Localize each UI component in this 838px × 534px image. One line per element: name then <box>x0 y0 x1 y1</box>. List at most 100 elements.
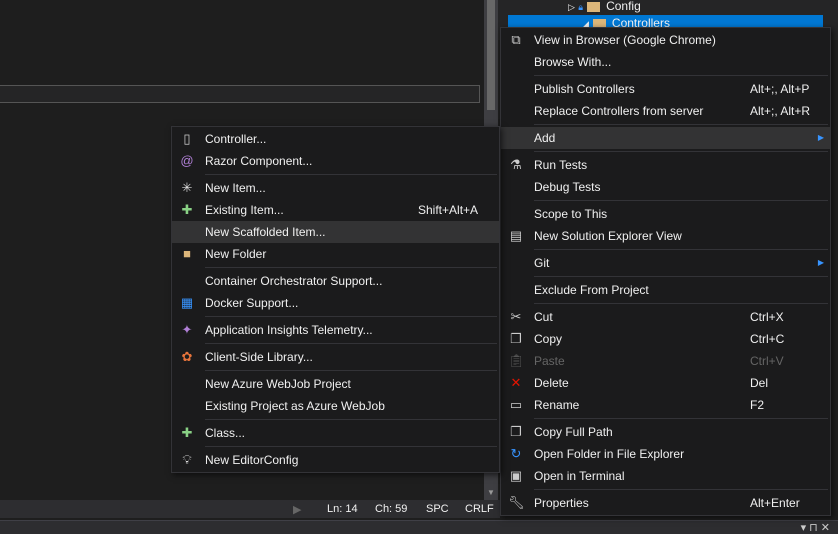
menu-item-scope-to-this[interactable]: Scope to This <box>501 203 830 225</box>
menu-item-delete[interactable]: ✕ Delete Del <box>501 372 830 394</box>
menu-item-label: Controller... <box>205 132 267 146</box>
menu-item-cut[interactable]: ✂ Cut Ctrl+X <box>501 306 830 328</box>
rename-icon: ▭ <box>509 397 523 412</box>
menu-item-label: Copy <box>534 332 563 346</box>
menu-item-copy[interactable]: ❐ Copy Ctrl+C <box>501 328 830 350</box>
menu-item-open-folder-in-file-explorer[interactable]: ↻ Open Folder in File Explorer <box>501 443 830 465</box>
status-bar: ▶ Ln: 14 Ch: 59 SPC CRLF <box>0 500 500 518</box>
menu-item-existing-project-as-azure-webjob[interactable]: Existing Project as Azure WebJob <box>172 395 499 417</box>
lock-icon: 🔒︎ <box>578 2 584 12</box>
browser-icon: ⧉ <box>511 32 521 47</box>
menu-item-label: New Azure WebJob Project <box>205 377 351 391</box>
menu-item-label: New Folder <box>205 247 267 261</box>
menu-item-git[interactable]: Git ▶ <box>501 252 830 274</box>
menu-item-debug-tests[interactable]: Debug Tests <box>501 176 830 198</box>
scrollbar-thumb[interactable] <box>487 0 495 110</box>
menu-item-publish-controllers[interactable]: Publish Controllers Alt+;, Alt+P <box>501 78 830 100</box>
add-submenu: ▯ Controller... @ Razor Component... ✳ New It… <box>171 126 500 473</box>
insights-icon: ✦ <box>181 322 193 337</box>
menu-item-add[interactable]: Add ▶ <box>501 127 830 149</box>
menu-item-container-orchestrator-support[interactable]: Container Orchestrator Support... <box>172 270 499 292</box>
menu-item-client-side-library[interactable]: ✿ Client-Side Library... <box>172 346 499 368</box>
menu-item-label: Publish Controllers <box>534 82 635 96</box>
menu-item-new-folder[interactable]: ■ New Folder <box>172 243 499 265</box>
column-number[interactable]: Ch: 59 <box>375 503 407 515</box>
copy-icon: ❐ <box>510 331 522 346</box>
scroll-down-icon[interactable]: ▼ <box>487 488 495 497</box>
menu-item-new-azure-webjob-project[interactable]: New Azure WebJob Project <box>172 373 499 395</box>
menu-item-label: Browse With... <box>534 55 612 69</box>
shortcut-label: Alt+;, Alt+R <box>750 104 811 118</box>
shortcut-label: F2 <box>750 398 765 412</box>
line-number[interactable]: Ln: 14 <box>327 503 358 515</box>
editorconfig-icon: 💡︎ <box>182 452 192 467</box>
folder-icon <box>587 1 601 12</box>
controller-file-icon: ▯ <box>183 131 191 146</box>
whitespace-mode[interactable]: SPC <box>426 503 449 515</box>
menu-item-new-solution-explorer-view[interactable]: ▤ New Solution Explorer View <box>501 225 830 247</box>
menu-item-label: Add <box>534 131 556 145</box>
menu-item-replace-controllers-from-server[interactable]: Replace Controllers from server Alt+;, Al… <box>501 100 830 122</box>
menu-item-new-item[interactable]: ✳ New Item... <box>172 177 499 199</box>
menu-item-new-scaffolded-item[interactable]: New Scaffolded Item... <box>172 221 499 243</box>
menu-item-copy-full-path[interactable]: ❐ Copy Full Path <box>501 421 830 443</box>
menu-item-label: Properties <box>534 496 589 510</box>
menu-item-properties[interactable]: 🔧︎ Properties Alt+Enter <box>501 492 830 514</box>
menu-item-label: Client-Side Library... <box>205 350 313 364</box>
delete-icon: ✕ <box>510 375 522 390</box>
line-endings[interactable]: CRLF <box>465 503 494 515</box>
menu-item-existing-item[interactable]: ✚ Existing Item... Shift+Alt+A <box>172 199 499 221</box>
menu-item-new-editorconfig[interactable]: 💡︎ New EditorConfig <box>172 449 499 471</box>
bottom-panel: ▾ ⊓ ✕ <box>0 520 838 534</box>
razor-icon: @ <box>180 153 194 168</box>
shortcut-label: Del <box>750 376 769 390</box>
new-folder-icon: ■ <box>183 246 191 261</box>
expand-icon[interactable]: ▷ <box>568 2 575 12</box>
menu-item-label: Open in Terminal <box>534 469 625 483</box>
menu-item-label: Replace Controllers from server <box>534 104 704 118</box>
menu-item-paste[interactable]: 📋︎ Paste Ctrl+V <box>501 350 830 372</box>
editor-bar <box>0 85 480 103</box>
menu-item-label: Docker Support... <box>205 296 299 310</box>
menu-item-label: View in Browser (Google Chrome) <box>534 33 716 47</box>
menu-item-browse-with[interactable]: Browse With... <box>501 51 830 73</box>
menu-item-docker-support[interactable]: ▦ Docker Support... <box>172 292 499 314</box>
menu-item-rename[interactable]: ▭ Rename F2 <box>501 394 830 416</box>
menu-item-label: Git <box>534 256 550 270</box>
menu-item-open-in-terminal[interactable]: ▣ Open in Terminal <box>501 465 830 487</box>
shortcut-label: Ctrl+V <box>750 354 784 368</box>
submenu-arrow-icon: ▶ <box>817 133 824 142</box>
new-item-icon: ✳ <box>181 180 193 195</box>
menu-item-label: Rename <box>534 398 580 412</box>
shortcut-label: Alt+;, Alt+P <box>750 82 810 96</box>
menu-item-label: Exclude From Project <box>534 283 649 297</box>
menu-item-label: New Scaffolded Item... <box>205 225 326 239</box>
menu-item-class[interactable]: ✚ Class... <box>172 422 499 444</box>
menu-item-label: Copy Full Path <box>534 425 613 439</box>
terminal-icon: ▣ <box>509 468 523 483</box>
menu-item-exclude-from-project[interactable]: Exclude From Project <box>501 279 830 301</box>
scroll-right-icon[interactable]: ▶ <box>293 503 301 516</box>
menu-item-label: Open Folder in File Explorer <box>534 447 685 461</box>
tree-item-config[interactable]: ▷ 🔒︎ Config <box>568 0 808 15</box>
menu-item-label: Existing Project as Azure WebJob <box>205 399 385 413</box>
menu-item-application-insights-telemetry[interactable]: ✦ Application Insights Telemetry... <box>172 319 499 341</box>
existing-item-icon: ✚ <box>181 202 193 217</box>
menu-item-run-tests[interactable]: ⚗ Run Tests <box>501 154 830 176</box>
flask-icon: ⚗ <box>510 157 522 172</box>
menu-item-label: Razor Component... <box>205 154 313 168</box>
panel-window-controls[interactable]: ▾ ⊓ ✕ <box>801 521 830 534</box>
menu-item-razor-component[interactable]: @ Razor Component... <box>172 150 499 172</box>
library-icon: ✿ <box>181 349 193 364</box>
menu-item-label: Class... <box>205 426 246 440</box>
menu-item-label: New EditorConfig <box>205 453 299 467</box>
shortcut-label: Alt+Enter <box>750 496 800 510</box>
menu-item-label: New Solution Explorer View <box>534 229 682 243</box>
menu-item-controller[interactable]: ▯ Controller... <box>172 128 499 150</box>
menu-item-view-in-browser-google-chrome[interactable]: ⧉ View in Browser (Google Chrome) <box>501 29 830 51</box>
menu-item-label: Paste <box>534 354 565 368</box>
shortcut-label: Ctrl+C <box>750 332 785 346</box>
refresh-folder-icon: ↻ <box>510 446 522 461</box>
menu-item-label: Debug Tests <box>534 180 601 194</box>
menu-item-label: Run Tests <box>534 158 588 172</box>
